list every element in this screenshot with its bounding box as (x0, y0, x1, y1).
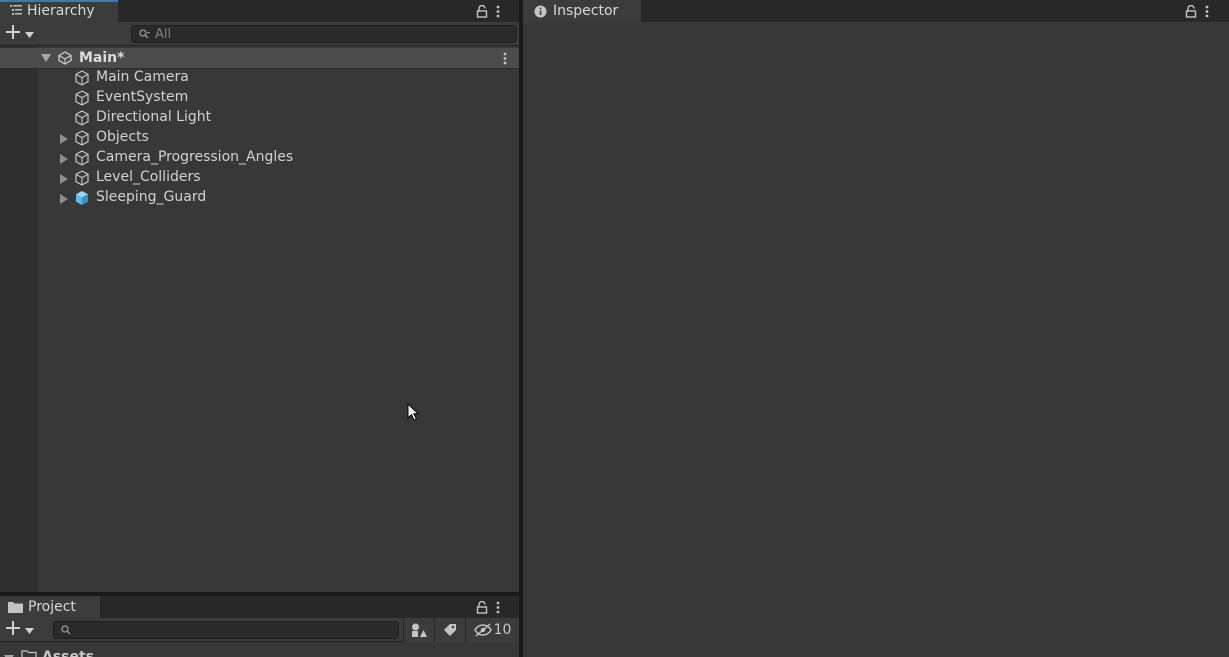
hierarchy-tabbar: Hierarchy (0, 0, 519, 22)
folder-tree-item-assets[interactable]: Assets (0, 647, 519, 657)
foldout-arrow-icon[interactable] (60, 132, 68, 148)
hierarchy-item-label: Level_Colliders (96, 169, 201, 185)
inspector-content (523, 22, 1229, 657)
hierarchy-item-main-camera[interactable]: Main Camera (0, 67, 519, 87)
scene-name: Main* (79, 50, 125, 66)
filter-by-type-button[interactable] (403, 618, 434, 642)
hierarchy-item-eventsystem[interactable]: EventSystem (0, 87, 519, 107)
plus-icon (6, 25, 20, 43)
plus-icon (6, 621, 20, 639)
hierarchy-item-label: Objects (96, 129, 149, 145)
tab-inspector[interactable]: Inspector (523, 0, 641, 22)
tab-label: Inspector (553, 3, 619, 19)
inspector-tab-actions (1185, 0, 1209, 22)
foldout-arrow-icon[interactable] (4, 651, 14, 657)
unity-scene-icon (58, 51, 73, 65)
project-toolbar: 10 (0, 618, 519, 642)
scene-header-row[interactable]: Main* (0, 48, 519, 69)
lock-icon[interactable] (476, 4, 488, 18)
project-tabbar: Project (0, 596, 519, 618)
dropdown-arrow-icon (25, 622, 34, 638)
hierarchy-item-label: Camera_Progression_Angles (96, 149, 294, 165)
tab-label: Project (28, 599, 76, 615)
hierarchy-tab-actions (476, 0, 500, 22)
hierarchy-item-objects[interactable]: Objects (0, 127, 519, 147)
project-search-field[interactable] (53, 621, 399, 639)
project-tab-actions (476, 596, 500, 618)
folder-icon (21, 649, 37, 657)
project-search-input[interactable] (71, 622, 398, 638)
hierarchy-item-label: Directional Light (96, 109, 212, 125)
inspector-tabbar: Inspector (523, 0, 1229, 22)
project-content: Assets (0, 642, 519, 657)
active-tab-highlight (0, 0, 118, 2)
hierarchy-item-level-colliders[interactable]: Level_Colliders (0, 167, 519, 187)
hierarchy-list: Main* Main Camera EventSystem Directiona… (0, 46, 519, 592)
project-create-dropdown-button[interactable] (6, 621, 40, 639)
prefab-cube-icon (74, 190, 90, 210)
foldout-arrow-icon[interactable] (60, 172, 68, 188)
hierarchy-search-input[interactable] (151, 26, 516, 42)
hierarchy-item-directional-light[interactable]: Directional Light (0, 107, 519, 127)
hierarchy-search-field[interactable] (131, 25, 517, 43)
filter-by-label-button[interactable] (434, 618, 465, 642)
folder-icon (8, 601, 23, 613)
kebab-menu-icon[interactable] (1205, 5, 1209, 18)
kebab-menu-icon[interactable] (496, 601, 500, 614)
scene-kebab-menu-icon[interactable] (503, 52, 507, 65)
dropdown-arrow-icon (25, 26, 34, 42)
hidden-packages-button[interactable]: 10 (465, 618, 519, 642)
foldout-arrow-icon[interactable] (40, 52, 52, 64)
filter-by-type-icon (411, 623, 427, 637)
filter-by-label-icon (443, 623, 457, 637)
mouse-cursor-icon (407, 402, 420, 425)
hierarchy-item-camera-progression-angles[interactable]: Camera_Progression_Angles (0, 147, 519, 167)
folder-label: Assets (42, 649, 95, 657)
hierarchy-item-label: EventSystem (96, 89, 189, 105)
tab-hierarchy[interactable]: Hierarchy (0, 0, 118, 22)
hidden-packages-count: 10 (493, 622, 512, 638)
kebab-menu-icon[interactable] (496, 5, 500, 18)
info-icon (534, 5, 547, 18)
hierarchy-toolbar (0, 22, 519, 46)
hierarchy-item-sleeping-guard[interactable]: Sleeping_Guard (0, 187, 519, 207)
lock-icon[interactable] (476, 600, 488, 614)
foldout-arrow-icon[interactable] (60, 152, 68, 168)
hidden-packages-icon (473, 623, 492, 637)
tab-label: Hierarchy (27, 3, 95, 19)
hierarchy-item-label: Main Camera (96, 69, 189, 85)
lock-icon[interactable] (1185, 4, 1197, 18)
create-dropdown-button[interactable] (6, 25, 40, 43)
hierarchy-item-label: Sleeping_Guard (96, 189, 207, 205)
search-icon (61, 625, 71, 635)
hierarchy-list-icon (10, 3, 22, 19)
search-icon (139, 29, 151, 39)
foldout-arrow-icon[interactable] (60, 192, 68, 208)
tab-project[interactable]: Project (0, 596, 100, 618)
